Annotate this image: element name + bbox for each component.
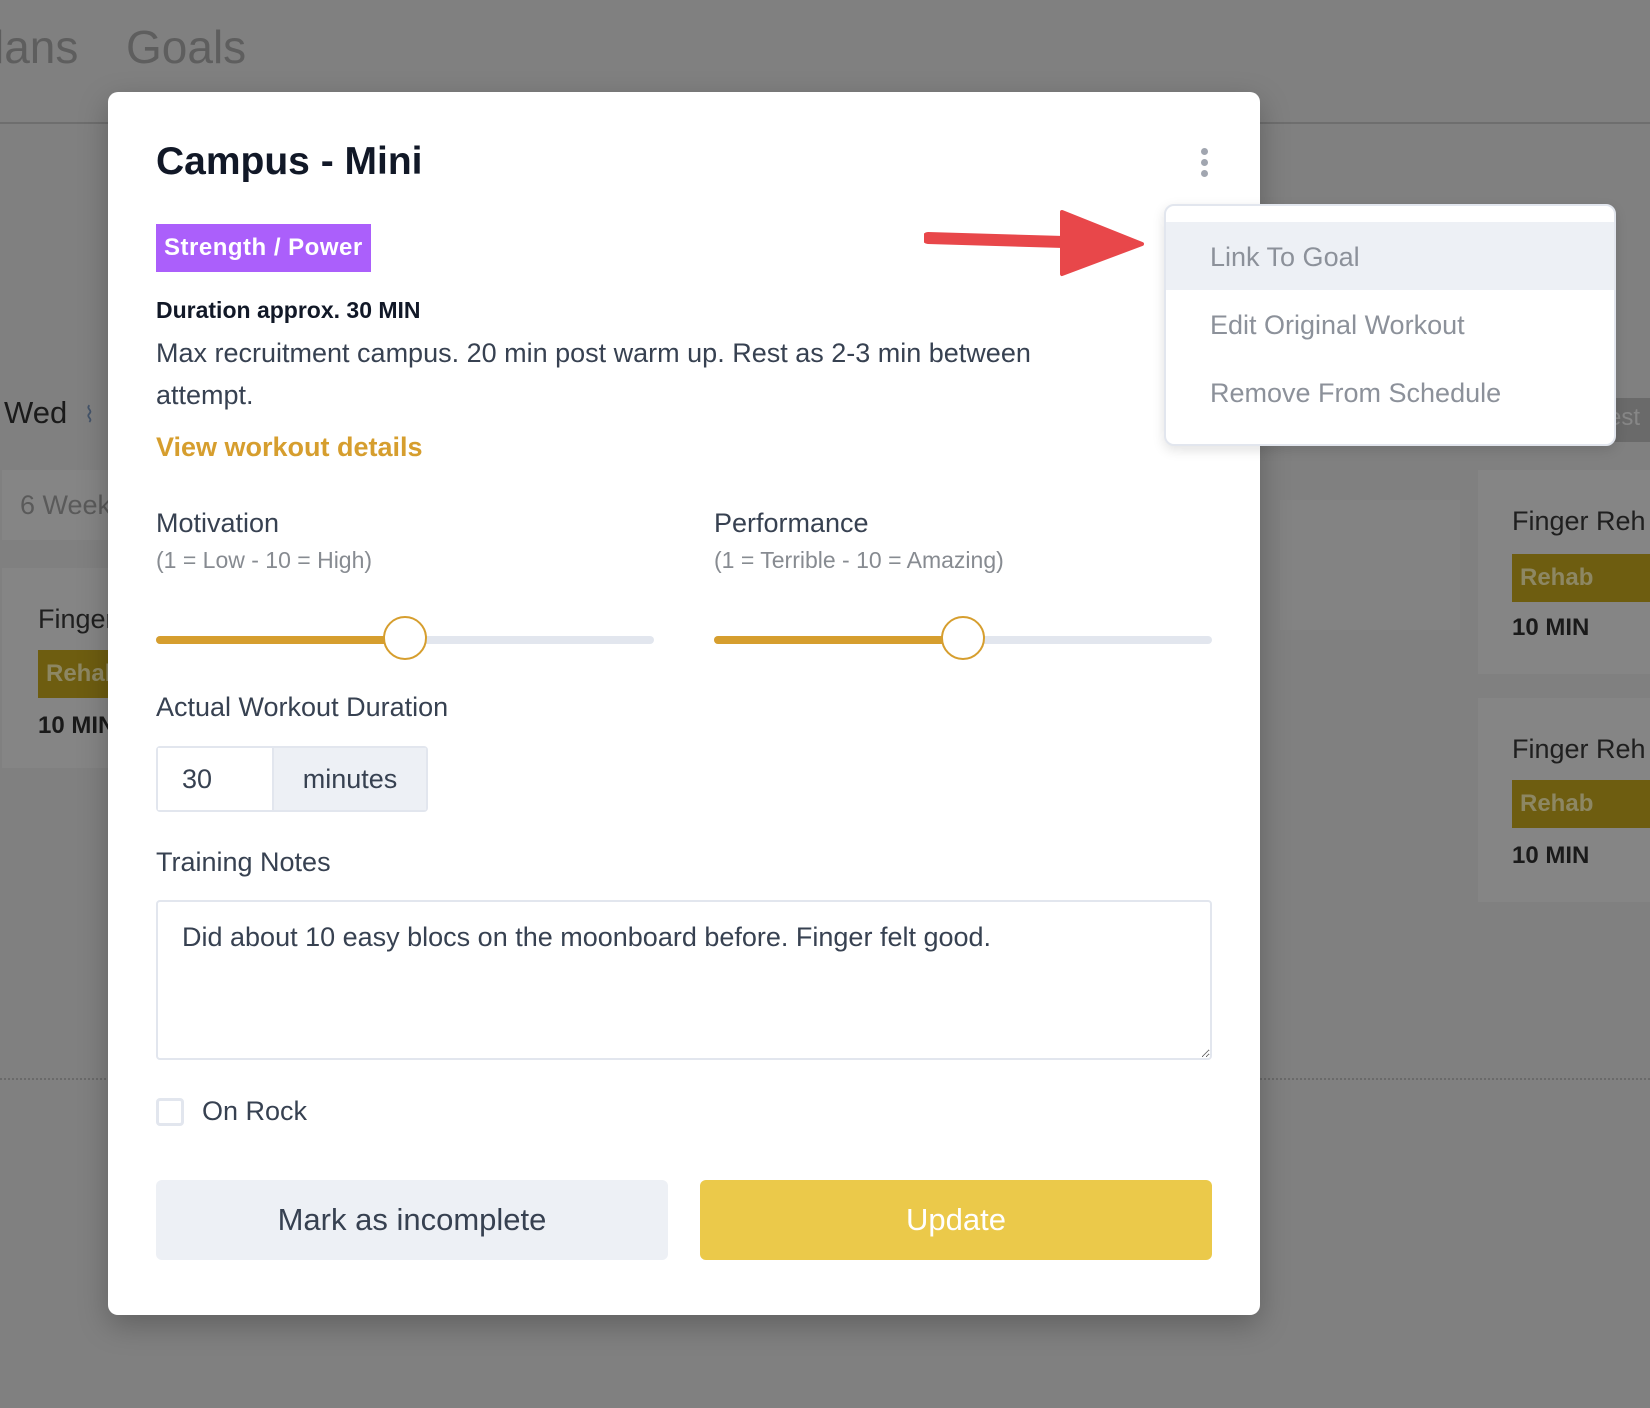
- menu-item-edit-original-workout[interactable]: Edit Original Workout: [1166, 290, 1614, 358]
- pulse-icon: ⌇: [84, 402, 95, 427]
- on-rock-checkbox[interactable]: On Rock: [156, 1096, 307, 1127]
- empty-day-cell: [1280, 500, 1460, 630]
- view-details-link[interactable]: View workout details: [156, 432, 423, 463]
- motivation-sublabel: (1 = Low - 10 = High): [156, 547, 373, 573]
- slider-thumb[interactable]: [383, 616, 427, 660]
- actual-duration-field: minutes: [156, 746, 428, 812]
- training-notes-textarea[interactable]: Did about 10 easy blocs on the moonboard…: [156, 900, 1212, 1060]
- mark-incomplete-button[interactable]: Mark as incomplete: [156, 1180, 668, 1260]
- workout-type-badge: Strength / Power: [156, 224, 371, 272]
- actual-duration-input[interactable]: [158, 748, 274, 810]
- duration-unit: minutes: [274, 748, 426, 810]
- actual-duration-label: Actual Workout Duration: [156, 692, 449, 722]
- nav-item-goals[interactable]: Goals: [126, 20, 246, 74]
- workout-card[interactable]: Finger Reh Rehab 10 MIN: [1478, 470, 1650, 674]
- card-duration: 10 MIN: [38, 712, 116, 739]
- training-notes-label: Training Notes: [156, 847, 331, 877]
- checkbox-box[interactable]: [156, 1097, 184, 1126]
- plan-label: 6 Week: [20, 490, 112, 520]
- motivation-slider[interactable]: [156, 616, 654, 660]
- card-title: Finger Reh: [1512, 506, 1646, 536]
- slider-fill: [714, 636, 963, 644]
- performance-slider[interactable]: [714, 616, 1212, 660]
- workout-card[interactable]: Finger Reh Rehab 10 MIN: [1478, 698, 1650, 902]
- day-label: Wed: [4, 395, 68, 430]
- modal-title: Campus - Mini: [156, 140, 423, 183]
- card-duration: 10 MIN: [1512, 614, 1590, 641]
- card-tag: Rehab: [1512, 780, 1650, 828]
- card-duration: 10 MIN: [1512, 842, 1590, 869]
- performance-label: Performance: [714, 508, 869, 538]
- slider-thumb[interactable]: [941, 616, 985, 660]
- performance-group: Performance (1 = Terrible - 10 = Amazing…: [714, 508, 1214, 660]
- performance-sublabel: (1 = Terrible - 10 = Amazing): [714, 547, 1004, 573]
- workout-options-menu: Link To Goal Edit Original Workout Remov…: [1164, 204, 1616, 446]
- slider-fill: [156, 636, 405, 644]
- card-title: Finger: [38, 604, 115, 634]
- nav-item-plans[interactable]: lans: [0, 20, 78, 74]
- card-title: Finger Reh: [1512, 734, 1646, 764]
- card-tag: Rehab: [1512, 554, 1650, 602]
- on-rock-label: On Rock: [202, 1096, 308, 1126]
- duration-approx: Duration approx. 30 MIN: [156, 297, 421, 323]
- update-button[interactable]: Update: [700, 1180, 1212, 1260]
- menu-item-remove-from-schedule[interactable]: Remove From Schedule: [1166, 358, 1614, 426]
- workout-description: Max recruitment campus. 20 min post warm…: [156, 338, 1031, 410]
- menu-item-link-to-goal[interactable]: Link To Goal: [1166, 222, 1614, 290]
- kebab-menu-icon[interactable]: [1194, 148, 1214, 184]
- motivation-label: Motivation: [156, 508, 280, 538]
- annotation-arrow-icon: [924, 210, 1144, 276]
- motivation-group: Motivation (1 = Low - 10 = High): [156, 508, 656, 660]
